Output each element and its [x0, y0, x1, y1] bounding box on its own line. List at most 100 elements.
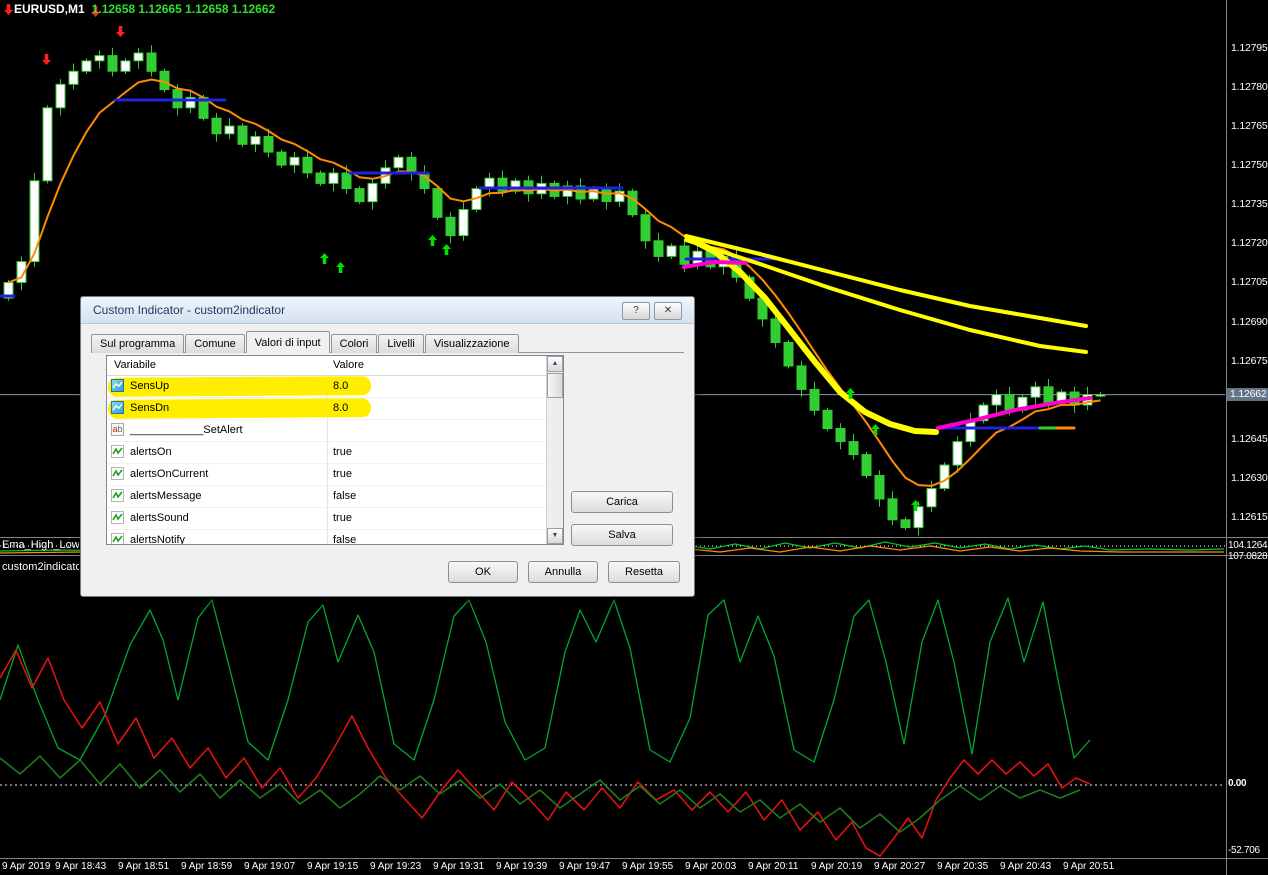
oscillator-indicator-label: custom2indicator 1.: [2, 561, 79, 573]
table-header: Variabile Valore: [107, 356, 547, 376]
time-label: 9 Apr 18:43: [55, 861, 107, 872]
time-label: 9 Apr 19:07: [244, 861, 296, 872]
price-label: 1.12645: [1231, 433, 1268, 445]
ema-pane-value: 104.1264: [1228, 540, 1268, 551]
variable-value[interactable]: false: [333, 534, 356, 544]
ok-button[interactable]: OK: [448, 561, 518, 583]
scroll-down-icon[interactable]: ▼: [547, 528, 563, 544]
input-row-alertsoncurrent[interactable]: alertsOnCurrent true: [107, 464, 547, 486]
time-label: 9 Apr 19:39: [496, 861, 548, 872]
ema-indicator-label: Ema_High_Low 1.5: [2, 539, 79, 551]
input-row-alertssound[interactable]: alertsSound true: [107, 508, 547, 530]
current-price-tag: 1.12662: [1227, 388, 1268, 401]
bool-type-icon: [111, 511, 124, 524]
number-type-icon: [111, 401, 124, 414]
variable-value[interactable]: true: [333, 512, 352, 524]
time-label: 9 Apr 18:51: [118, 861, 170, 872]
time-label: 9 Apr 20:43: [1000, 861, 1052, 872]
price-label: 1.12705: [1231, 276, 1268, 288]
number-type-icon: [111, 379, 124, 392]
help-button[interactable]: ?: [622, 302, 650, 320]
variable-name: SensDn: [130, 402, 170, 414]
bool-type-icon: [111, 445, 124, 458]
input-row-alertsnotify[interactable]: alertsNotify false: [107, 530, 547, 544]
dialog-tab-strip: Sul programma Comune Valori di input Colori…: [91, 331, 684, 353]
variable-name: alertsMessage: [130, 490, 202, 502]
bool-type-icon: [111, 489, 124, 502]
time-label: 9 Apr 20:27: [874, 861, 926, 872]
oscillator-zero-value: 0.00: [1228, 778, 1247, 789]
tab-visualizzazione[interactable]: Visualizzazione: [424, 334, 519, 353]
variable-name: SensUp: [130, 380, 170, 392]
inputs-table: Variabile Valore SensUp 8.0 SensDn 8.0 ab ___…: [106, 355, 564, 545]
time-label: 9 Apr 19:23: [370, 861, 422, 872]
dialog-titlebar[interactable]: Custom Indicator - custom2indicator ? ✕: [81, 297, 694, 324]
price-label: 1.12690: [1231, 316, 1268, 328]
variable-value[interactable]: true: [333, 446, 352, 458]
string-type-icon: ab: [111, 423, 124, 436]
input-row-sensdn[interactable]: SensDn 8.0: [107, 398, 547, 420]
input-row-setalert[interactable]: ab ____________SetAlert: [107, 420, 547, 442]
custom-indicator-dialog: Custom Indicator - custom2indicator ? ✕ …: [80, 296, 695, 597]
time-label: 9 Apr 19:55: [622, 861, 674, 872]
variable-name: alertsOnCurrent: [130, 468, 209, 480]
price-label: 1.12765: [1231, 120, 1268, 132]
time-label: 9 Apr 2019: [2, 861, 51, 872]
mt4-chart-window: EURUSD,M1 1.12658 1.12665 1.12658 1.12662…: [0, 0, 1268, 875]
variable-value[interactable]: 8.0: [333, 402, 348, 414]
cancel-button[interactable]: Annulla: [528, 561, 598, 583]
variable-value[interactable]: false: [333, 490, 356, 502]
price-label: 1.12675: [1231, 355, 1268, 367]
input-row-alertson[interactable]: alertsOn true: [107, 442, 547, 464]
column-header-variable: Variabile: [114, 359, 156, 371]
time-label: 9 Apr 20:51: [1063, 861, 1115, 872]
time-label: 9 Apr 20:35: [937, 861, 989, 872]
variable-name: alertsNotify: [130, 534, 186, 544]
reset-button[interactable]: Resetta: [608, 561, 680, 583]
input-row-sensup[interactable]: SensUp 8.0: [107, 376, 547, 398]
time-label: 9 Apr 19:31: [433, 861, 485, 872]
price-label: 1.12615: [1231, 511, 1268, 523]
dialog-title: Custom Indicator - custom2indicator: [93, 303, 286, 317]
variable-name: ____________SetAlert: [130, 424, 243, 436]
time-label: 9 Apr 18:59: [181, 861, 233, 872]
time-label: 9 Apr 20:19: [811, 861, 863, 872]
oscillator-min-value: -52.706: [1228, 845, 1260, 856]
price-label: 1.12780: [1231, 81, 1268, 93]
symbol-ohlc-values: 1.12658 1.12665 1.12658 1.12662: [91, 2, 276, 16]
time-label: 9 Apr 20:11: [748, 861, 799, 872]
load-button[interactable]: Carica: [571, 491, 673, 513]
price-label: 1.12630: [1231, 472, 1268, 484]
tab-comune[interactable]: Comune: [185, 334, 245, 353]
variable-name: alertsOn: [130, 446, 172, 458]
variable-value[interactable]: true: [333, 468, 352, 480]
time-label: 9 Apr 19:15: [307, 861, 359, 872]
symbol-name: EURUSD,M1: [14, 2, 85, 16]
oscillator-max-value: 107.0828: [1228, 551, 1268, 562]
table-scrollbar[interactable]: ▲ ▼: [546, 356, 563, 544]
time-label: 9 Apr 20:03: [685, 861, 737, 872]
scroll-up-icon[interactable]: ▲: [547, 356, 563, 372]
tab-livelli[interactable]: Livelli: [378, 334, 424, 353]
time-label: 9 Apr 19:47: [559, 861, 611, 872]
column-header-value: Valore: [333, 359, 364, 371]
scroll-thumb[interactable]: [547, 373, 563, 398]
save-button[interactable]: Salva: [571, 524, 673, 546]
price-scale[interactable]: 1.12662 1.12795 1.12780 1.12765 1.12750 1.12…: [1227, 0, 1268, 858]
price-label: 1.12720: [1231, 237, 1268, 249]
time-scale[interactable]: 9 Apr 2019 9 Apr 18:43 9 Apr 18:51 9 Apr 18…: [0, 859, 1225, 875]
price-label: 1.12735: [1231, 198, 1268, 210]
tab-sul-programma[interactable]: Sul programma: [91, 334, 185, 353]
variable-name: alertsSound: [130, 512, 189, 524]
price-label: 1.12750: [1231, 159, 1268, 171]
tab-colori[interactable]: Colori: [330, 334, 378, 353]
price-label: 1.12795: [1231, 42, 1268, 54]
bool-type-icon: [111, 533, 124, 544]
bool-type-icon: [111, 467, 124, 480]
variable-value[interactable]: 8.0: [333, 380, 348, 392]
chart-title: EURUSD,M1 1.12658 1.12665 1.12658 1.12662: [14, 2, 275, 16]
input-row-alertsmessage[interactable]: alertsMessage false: [107, 486, 547, 508]
table-body: SensUp 8.0 SensDn 8.0 ab ____________SetAlert…: [107, 376, 547, 544]
close-icon[interactable]: ✕: [654, 302, 682, 320]
tab-valori-di-input[interactable]: Valori di input: [245, 331, 330, 353]
